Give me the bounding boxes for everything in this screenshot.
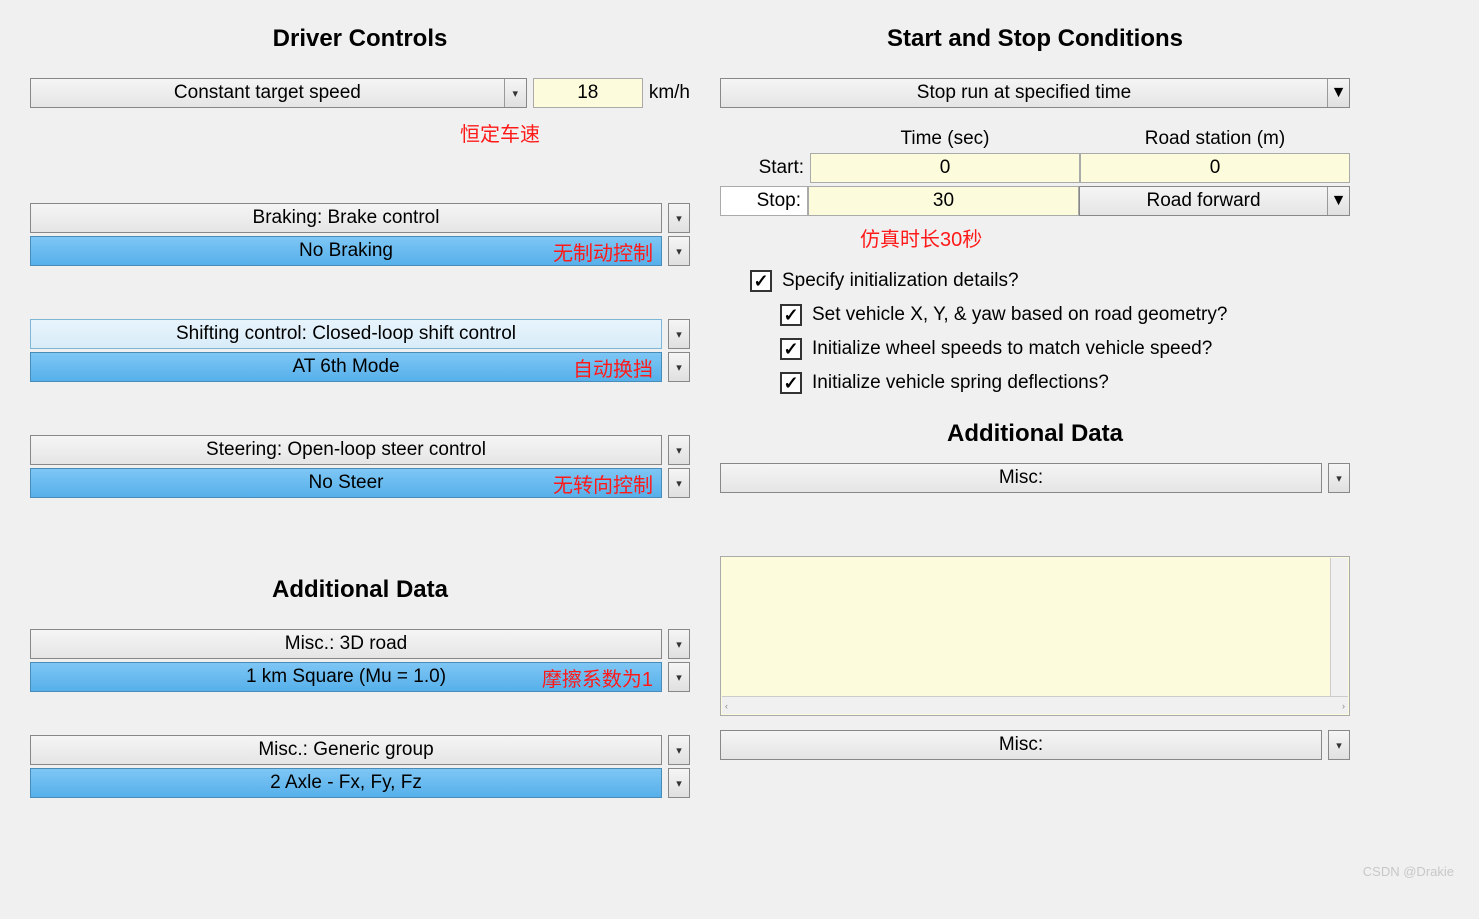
stop-mode-combo[interactable]: Stop run at specified time — [720, 78, 1350, 108]
steering-value-text: No Steer — [309, 472, 384, 494]
shifting-label-text: Shifting control: Closed-loop shift cont… — [31, 323, 661, 345]
steering-note: 无转向控制 — [553, 469, 653, 498]
additional-data-heading-right: Additional Data — [720, 420, 1350, 448]
specify-init-label: Specify initialization details? — [782, 270, 1019, 292]
misc1-label-combo[interactable]: Misc.: 3D road — [30, 629, 662, 659]
stop-direction-combo[interactable]: Road forward — [1079, 186, 1350, 216]
station-header: Road station (m) — [1080, 128, 1350, 150]
speed-value-input[interactable]: 18 — [533, 78, 643, 108]
misc-right-text: Misc: — [721, 467, 1321, 489]
misc2-label-combo[interactable]: Misc.: Generic group — [30, 735, 662, 765]
misc-right-combo[interactable]: Misc: — [720, 463, 1322, 493]
braking-note: 无制动控制 — [553, 237, 653, 266]
speed-unit-label: km/h — [649, 82, 690, 104]
misc1-note: 摩擦系数为1 — [542, 663, 653, 692]
chevron-down-icon[interactable] — [668, 203, 690, 233]
braking-label-combo[interactable]: Braking: Brake control — [30, 203, 662, 233]
speed-mode-text: Constant target speed — [31, 82, 504, 104]
start-stop-heading: Start and Stop Conditions — [720, 25, 1350, 53]
chevron-down-icon[interactable] — [504, 79, 526, 107]
wheel-checkbox[interactable] — [780, 338, 802, 360]
time-header: Time (sec) — [810, 128, 1080, 150]
misc2-value-combo[interactable]: 2 Axle - Fx, Fy, Fz — [30, 768, 662, 798]
chevron-down-icon[interactable] — [668, 735, 690, 765]
notes-textarea[interactable]: ‹› — [720, 556, 1350, 716]
chevron-down-icon[interactable] — [1328, 463, 1350, 493]
speed-mode-combo[interactable]: Constant target speed — [30, 78, 527, 108]
start-label: Start: — [720, 157, 810, 179]
misc2-value-text: 2 Axle - Fx, Fy, Fz — [270, 772, 422, 794]
scrollbar-horizontal[interactable]: ‹› — [722, 696, 1348, 714]
chevron-down-icon[interactable] — [668, 435, 690, 465]
misc-right-text2: Misc: — [721, 734, 1321, 756]
watermark: CSDN @Drakie — [1363, 864, 1454, 879]
start-time-input[interactable]: 0 — [810, 153, 1080, 183]
shifting-label-combo[interactable]: Shifting control: Closed-loop shift cont… — [30, 319, 662, 349]
stop-time-input[interactable]: 30 — [808, 186, 1079, 216]
misc-right-combo2[interactable]: Misc: — [720, 730, 1322, 760]
scrollbar-vertical[interactable] — [1330, 558, 1348, 696]
shifting-value-text: AT 6th Mode — [292, 356, 399, 378]
spring-label: Initialize vehicle spring deflections? — [812, 372, 1109, 394]
stop-note: 仿真时长30秒 — [860, 229, 982, 251]
misc1-value-combo[interactable]: 1 km Square (Mu = 1.0) 摩擦系数为1 — [30, 662, 662, 692]
chevron-down-icon[interactable] — [668, 629, 690, 659]
chevron-down-icon[interactable] — [668, 468, 690, 498]
start-station-input[interactable]: 0 — [1080, 153, 1350, 183]
geom-checkbox[interactable] — [780, 304, 802, 326]
chevron-down-icon[interactable] — [668, 352, 690, 382]
driver-controls-heading: Driver Controls — [30, 25, 690, 53]
wheel-label: Initialize wheel speeds to match vehicle… — [812, 338, 1212, 360]
specify-init-checkbox[interactable] — [750, 270, 772, 292]
shifting-note: 自动换挡 — [573, 353, 653, 382]
chevron-down-icon[interactable] — [1327, 187, 1349, 215]
misc2-label-text: Misc.: Generic group — [31, 739, 661, 761]
braking-value-text: No Braking — [299, 240, 393, 262]
speed-note: 恒定车速 — [460, 124, 540, 146]
chevron-down-icon[interactable] — [668, 319, 690, 349]
steering-value-combo[interactable]: No Steer 无转向控制 — [30, 468, 662, 498]
spring-checkbox[interactable] — [780, 372, 802, 394]
additional-data-heading-left: Additional Data — [30, 576, 690, 604]
braking-label-text: Braking: Brake control — [31, 207, 661, 229]
misc1-label-text: Misc.: 3D road — [31, 633, 661, 655]
chevron-down-icon[interactable] — [668, 768, 690, 798]
braking-value-combo[interactable]: No Braking 无制动控制 — [30, 236, 662, 266]
chevron-down-icon[interactable] — [1328, 730, 1350, 760]
stop-label[interactable]: Stop: — [720, 186, 808, 216]
stop-direction-text: Road forward — [1080, 190, 1327, 212]
chevron-down-icon[interactable] — [668, 662, 690, 692]
chevron-down-icon[interactable] — [1327, 79, 1349, 107]
chevron-down-icon[interactable] — [668, 236, 690, 266]
geom-label: Set vehicle X, Y, & yaw based on road ge… — [812, 304, 1227, 326]
steering-label-combo[interactable]: Steering: Open-loop steer control — [30, 435, 662, 465]
stop-mode-text: Stop run at specified time — [721, 82, 1327, 104]
misc1-value-text: 1 km Square (Mu = 1.0) — [246, 666, 446, 688]
steering-label-text: Steering: Open-loop steer control — [31, 439, 661, 461]
shifting-value-combo[interactable]: AT 6th Mode 自动换挡 — [30, 352, 662, 382]
